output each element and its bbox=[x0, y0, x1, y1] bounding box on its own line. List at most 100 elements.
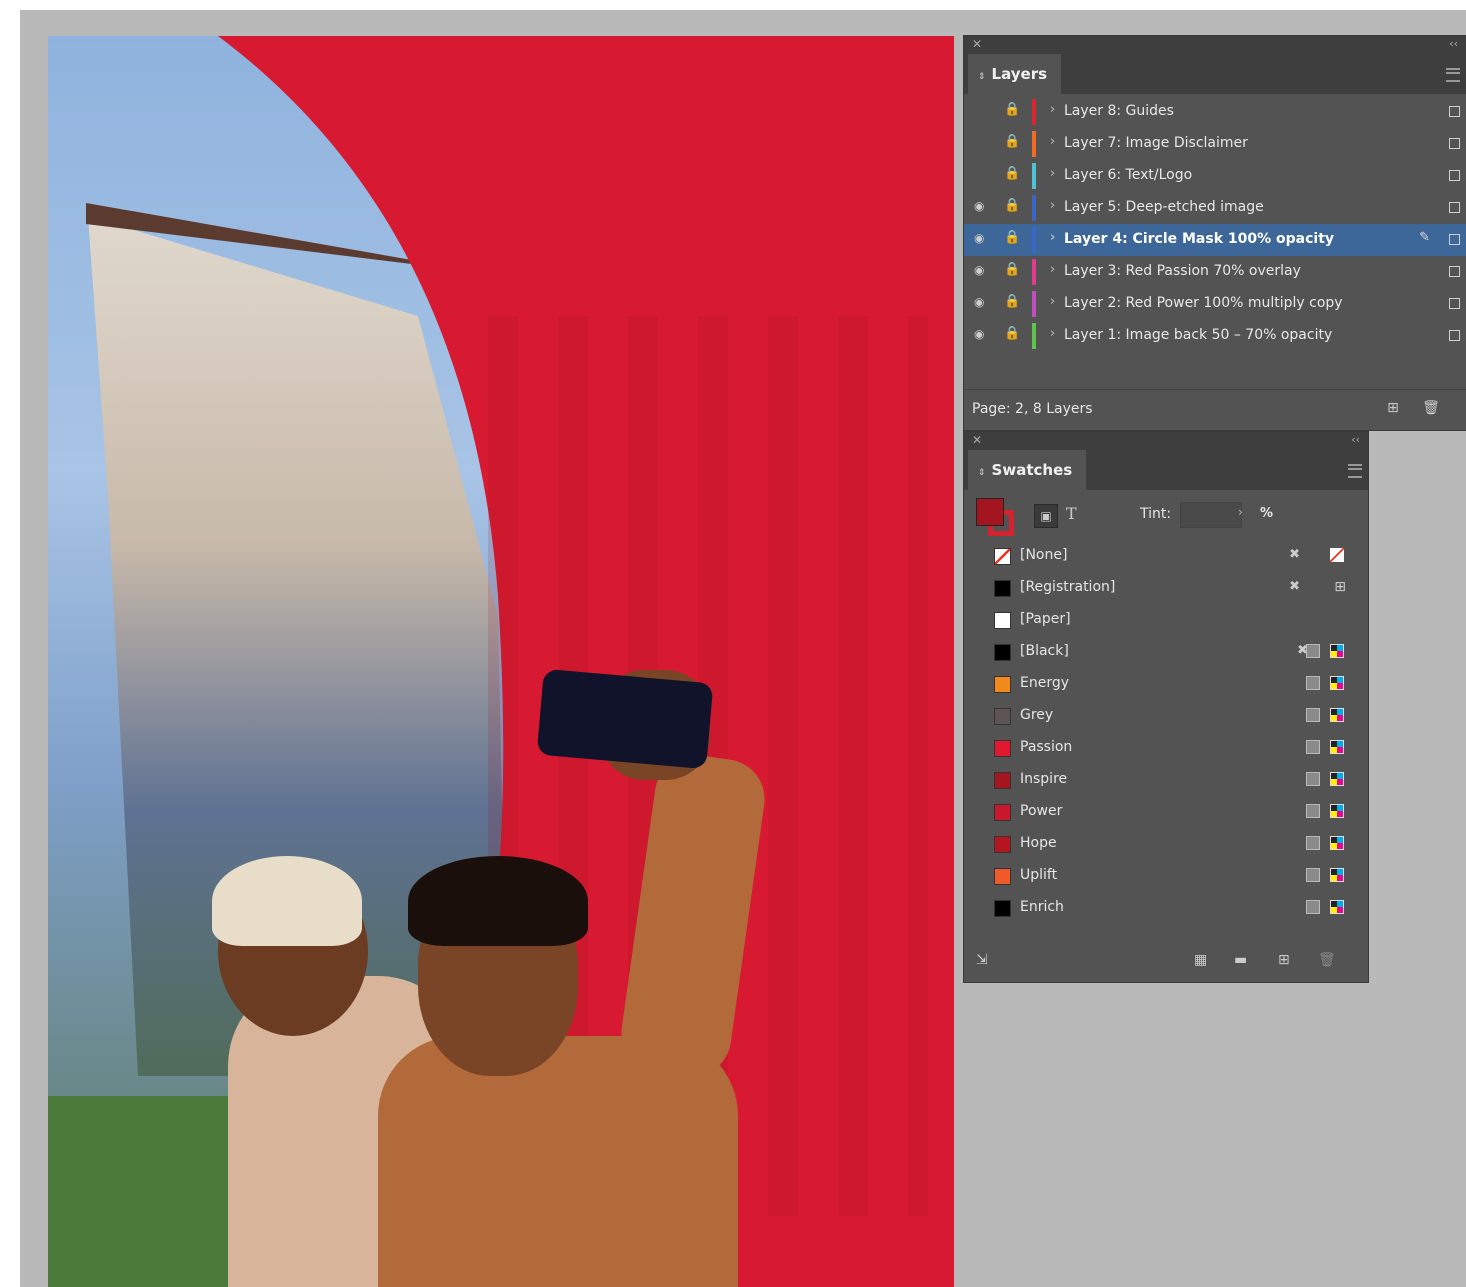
panel-title-bar[interactable]: ✕ ‹‹ bbox=[964, 36, 1466, 54]
selection-square-icon[interactable] bbox=[1449, 330, 1460, 341]
layer-row[interactable]: 🔒 › Layer 8: Guides bbox=[964, 96, 1466, 128]
selection-square-icon[interactable] bbox=[1449, 170, 1460, 181]
fill-swatch[interactable] bbox=[976, 498, 1004, 526]
collapse-icon[interactable]: ‹‹ bbox=[1449, 37, 1458, 50]
selection-square-icon[interactable] bbox=[1449, 202, 1460, 213]
swatch-chip bbox=[994, 740, 1011, 757]
tab-swatches[interactable]: ⇕ Swatches bbox=[968, 450, 1087, 490]
eye-icon[interactable]: ◉ bbox=[974, 295, 992, 311]
layer-name: Layer 2: Red Power 100% multiply copy bbox=[1064, 295, 1343, 311]
panel-menu-icon[interactable] bbox=[1446, 68, 1460, 82]
panel-tab-bar: ⇕ Swatches bbox=[964, 450, 1368, 490]
show-swatch-options-icon[interactable]: ⇲ bbox=[976, 952, 988, 968]
new-layer-icon[interactable]: ⊞ bbox=[1384, 400, 1402, 418]
lock-icon[interactable]: 🔒 bbox=[1004, 134, 1020, 152]
cmyk-icon bbox=[1330, 900, 1344, 914]
process-color-icon bbox=[1306, 708, 1320, 722]
no-edit-icon: ✖ bbox=[1289, 547, 1300, 562]
lock-icon[interactable]: 🔒 bbox=[1004, 230, 1020, 248]
swatch-row[interactable]: [None] ✖ bbox=[964, 540, 1368, 572]
layer-row[interactable]: ◉ 🔒 › Layer 2: Red Power 100% multiply copy bbox=[964, 288, 1466, 320]
lock-icon[interactable]: 🔒 bbox=[1004, 326, 1020, 344]
layer-row[interactable]: 🔒 › Layer 7: Image Disclaimer bbox=[964, 128, 1466, 160]
chevron-right-icon[interactable]: › bbox=[1050, 326, 1055, 341]
layer-row[interactable]: 🔒 › Layer 6: Text/Logo bbox=[964, 160, 1466, 192]
swatch-row[interactable]: Energy bbox=[964, 668, 1368, 700]
panel-title-bar[interactable]: ✕ ‹‹ bbox=[964, 432, 1368, 450]
layer-row[interactable]: ◉ 🔒 › Layer 4: Circle Mask 100% opacity ✎ bbox=[964, 224, 1466, 256]
new-swatch-icon[interactable]: ⊞ bbox=[1278, 952, 1290, 968]
formatting-text-icon[interactable]: T bbox=[1066, 504, 1077, 523]
trash-icon[interactable]: 🗑 bbox=[1318, 952, 1336, 968]
swatch-row[interactable]: Passion bbox=[964, 732, 1368, 764]
swatch-name: Energy bbox=[1020, 675, 1070, 691]
lock-icon[interactable]: 🔒 bbox=[1004, 198, 1020, 216]
swatch-row[interactable]: Hope bbox=[964, 828, 1368, 860]
chevron-right-icon[interactable]: › bbox=[1050, 102, 1055, 117]
lock-icon[interactable]: 🔒 bbox=[1004, 294, 1020, 312]
swatch-row[interactable]: Enrich bbox=[964, 892, 1368, 924]
selection-square-icon[interactable] bbox=[1449, 234, 1460, 245]
tab-layers[interactable]: ⇕ Layers bbox=[968, 54, 1062, 94]
layer-row[interactable]: ◉ 🔒 › Layer 5: Deep-etched image bbox=[964, 192, 1466, 224]
swatch-row[interactable]: [Black] ✖ bbox=[964, 636, 1368, 668]
swatch-row[interactable]: Inspire bbox=[964, 764, 1368, 796]
lock-icon[interactable]: 🔒 bbox=[1004, 262, 1020, 280]
chevron-right-icon[interactable]: › bbox=[1050, 294, 1055, 309]
selection-square-icon[interactable] bbox=[1449, 266, 1460, 277]
layer-name: Layer 3: Red Passion 70% overlay bbox=[1064, 263, 1301, 279]
swatch-row[interactable]: [Registration] ✖ ⊞ bbox=[964, 572, 1368, 604]
eye-icon[interactable] bbox=[974, 167, 992, 183]
swatch-view-icon[interactable]: ▦ bbox=[1194, 952, 1207, 968]
selection-square-icon[interactable] bbox=[1449, 106, 1460, 117]
eye-icon[interactable]: ◉ bbox=[974, 231, 992, 247]
selection-square-icon[interactable] bbox=[1449, 298, 1460, 309]
cmyk-icon bbox=[1330, 644, 1344, 658]
layer-row[interactable]: ◉ 🔒 › Layer 3: Red Passion 70% overlay bbox=[964, 256, 1466, 288]
selection-square-icon[interactable] bbox=[1449, 138, 1460, 149]
lock-icon[interactable]: 🔒 bbox=[1004, 166, 1020, 184]
panel-menu-icon[interactable] bbox=[1348, 464, 1362, 478]
trash-icon[interactable]: 🗑 bbox=[1422, 400, 1440, 418]
eye-icon[interactable]: ◉ bbox=[974, 199, 992, 215]
swatch-name: Passion bbox=[1020, 739, 1073, 755]
chevron-right-icon[interactable]: › bbox=[1050, 134, 1055, 149]
eye-icon[interactable] bbox=[974, 135, 992, 151]
chevron-right-icon[interactable]: › bbox=[1050, 230, 1055, 245]
folder-icon[interactable]: ▬ bbox=[1234, 952, 1247, 968]
eye-icon[interactable]: ◉ bbox=[974, 327, 992, 343]
layers-panel[interactable]: ✕ ‹‹ ⇕ Layers 🔒 › Layer 8: Guides 🔒 › Layer 7:… bbox=[964, 36, 1466, 430]
process-color-icon bbox=[1306, 900, 1320, 914]
swatch-row[interactable]: Power bbox=[964, 796, 1368, 828]
swatch-chip bbox=[994, 708, 1011, 725]
collapse-icon[interactable]: ‹‹ bbox=[1351, 433, 1360, 446]
chevron-right-icon[interactable]: › bbox=[1050, 262, 1055, 277]
swatches-panel[interactable]: ✕ ‹‹ ⇕ Swatches ▣ T Tint: › % [None] ✖ [Reg… bbox=[964, 432, 1368, 982]
people-photo[interactable] bbox=[198, 749, 778, 1287]
fill-stroke-selector[interactable] bbox=[976, 498, 1020, 538]
chevron-right-icon[interactable]: › bbox=[1050, 166, 1055, 181]
tint-input[interactable] bbox=[1180, 502, 1242, 528]
formatting-container-icon[interactable]: ▣ bbox=[1034, 504, 1058, 528]
artboard-page[interactable] bbox=[48, 36, 954, 1287]
cmyk-icon bbox=[1330, 676, 1344, 690]
cmyk-icon bbox=[1330, 740, 1344, 754]
eye-icon[interactable] bbox=[974, 103, 992, 119]
layer-row[interactable]: ◉ 🔒 › Layer 1: Image back 50 – 70% opacity bbox=[964, 320, 1466, 352]
lock-icon[interactable]: 🔒 bbox=[1004, 102, 1020, 120]
close-icon[interactable]: ✕ bbox=[972, 433, 982, 447]
process-color-icon bbox=[1306, 740, 1320, 754]
swatch-row[interactable]: Grey bbox=[964, 700, 1368, 732]
layer-name: Layer 4: Circle Mask 100% opacity bbox=[1064, 231, 1335, 247]
close-icon[interactable]: ✕ bbox=[972, 37, 982, 51]
cmyk-icon bbox=[1330, 868, 1344, 882]
no-edit-icon: ✖ bbox=[1289, 579, 1300, 594]
swatch-row[interactable]: [Paper] bbox=[964, 604, 1368, 636]
chevron-right-icon[interactable]: › bbox=[1050, 198, 1055, 213]
swatch-row[interactable]: Uplift bbox=[964, 860, 1368, 892]
eye-icon[interactable]: ◉ bbox=[974, 263, 992, 279]
layer-color-bar bbox=[1032, 323, 1036, 349]
chevron-right-icon[interactable]: › bbox=[1238, 505, 1243, 519]
layer-color-bar bbox=[1032, 227, 1036, 253]
process-color-icon bbox=[1306, 644, 1320, 658]
